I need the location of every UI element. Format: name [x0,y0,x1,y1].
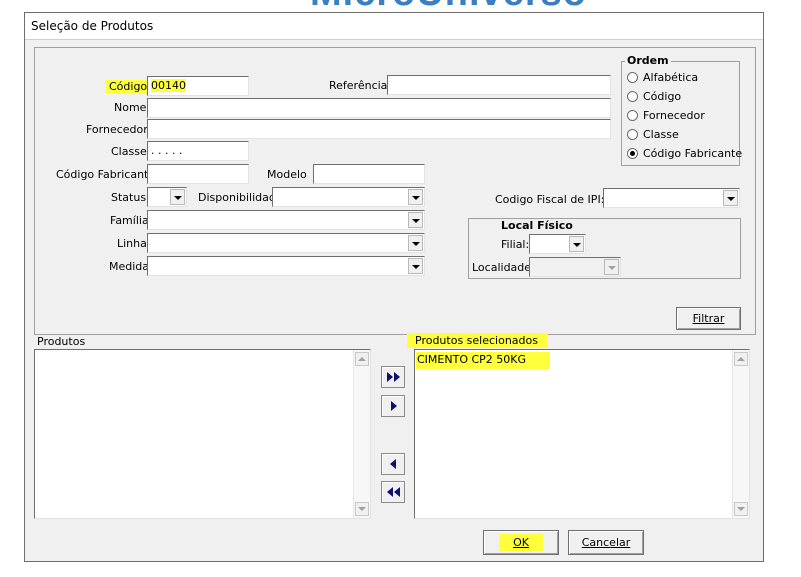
ordem-option-label: Classe [643,128,679,141]
modelo-input[interactable] [313,164,425,184]
nome-input[interactable] [147,98,611,118]
nome-label: Nome [114,101,147,114]
add-all-button[interactable] [381,366,405,388]
chevron-down-icon[interactable] [723,190,738,206]
radio-button-icon[interactable] [627,129,638,140]
radio-button-icon[interactable] [627,91,638,102]
status-label: Status [111,191,147,204]
filial-combo[interactable] [529,234,586,254]
product-selection-dialog: Seleção de Produtos Código 00140 Referên… [24,12,764,562]
arrow-left-icon [390,459,396,469]
produtos-scrollbar[interactable] [353,350,370,518]
chevron-down-icon[interactable] [408,258,423,274]
ordem-title: Ordem [625,54,671,67]
localidade-combo[interactable] [529,257,621,277]
ipi-combo[interactable] [603,188,740,208]
list-item[interactable]: CIMENTO CP2 50KG [416,352,551,369]
chevron-down-icon[interactable] [170,189,185,205]
produtos-selecionados-scrollbar[interactable] [732,350,749,518]
ordem-option-label: Código [643,90,682,103]
add-one-button[interactable] [381,395,405,417]
filial-label: Filial: [501,238,530,251]
medida-label: Medida [109,260,150,273]
chevron-down-icon[interactable] [604,259,619,275]
scroll-down-icon[interactable] [355,502,369,516]
localidade-label: Localidade: [472,261,535,274]
double-arrow-right-icon [387,372,393,382]
produtos-selecionados-label: Produtos selecionados [407,333,548,348]
produtos-selecionados-listbox[interactable]: CIMENTO CP2 50KG [414,349,750,519]
ok-button-label: OK [499,534,543,551]
double-arrow-left-icon-part [394,487,400,497]
ordem-option-label: Código Fabricante [643,147,743,160]
remove-all-button[interactable] [381,481,405,503]
ipi-label: Codigo Fiscal de IPI: [495,193,605,206]
fornecedor-input[interactable] [147,119,611,139]
cancelar-button[interactable]: Cancelar [568,530,644,555]
chevron-down-icon[interactable] [408,235,423,251]
dialog-title: Seleção de Produtos [31,19,154,33]
status-combo[interactable] [147,187,187,207]
arrow-right-icon [391,401,397,411]
double-arrow-right-icon-part [394,372,400,382]
ordem-option-label: Alfabética [643,71,699,84]
familia-combo[interactable] [147,210,425,230]
medida-combo[interactable] [147,256,425,276]
produtos-label: Produtos [37,335,86,348]
double-arrow-left-icon [387,487,393,497]
codigo-fabricante-label: Código Fabricante [56,168,156,181]
filtrar-button-label: Filtrar [692,312,725,325]
disponibilidade-label: Disponibilidade [198,191,283,204]
local-fisico-title: Local Físico [501,219,573,232]
fornecedor-label: Fornecedor [86,123,148,136]
filtrar-button[interactable]: Filtrar [676,307,741,330]
codigo-label: Código [106,80,151,93]
modelo-label: Modelo [267,168,307,181]
title-bar: Seleção de Produtos [25,13,763,40]
radio-button-icon[interactable] [627,72,638,83]
scroll-up-icon[interactable] [355,352,369,366]
scroll-up-icon[interactable] [734,352,748,366]
codigo-input[interactable]: 00140 [147,76,249,96]
produtos-listbox[interactable] [34,349,371,519]
radio-button-icon[interactable] [627,110,638,121]
classe-label: Classe [111,145,147,158]
ok-button[interactable]: OK [483,530,559,555]
disponibilidade-combo[interactable] [272,187,425,207]
radio-button-icon[interactable] [627,148,638,159]
classe-input[interactable]: . . . . . [147,141,249,161]
referencia-input[interactable] [387,75,611,95]
familia-label: Família [110,214,149,227]
chevron-down-icon[interactable] [408,189,423,205]
chevron-down-icon[interactable] [408,212,423,228]
codigo-fabricante-input[interactable] [147,164,249,184]
ordem-option-label: Fornecedor [643,109,705,122]
linha-combo[interactable] [147,233,425,253]
codigo-value: 00140 [151,79,186,92]
linha-label: Linha [117,237,147,250]
cancelar-button-label: Cancelar [581,536,631,549]
chevron-down-icon[interactable] [569,236,584,252]
remove-one-button[interactable] [381,453,405,475]
scroll-down-icon[interactable] [734,502,748,516]
selected-items: CIMENTO CP2 50KG [416,352,551,369]
referencia-label: Referência [329,79,388,92]
